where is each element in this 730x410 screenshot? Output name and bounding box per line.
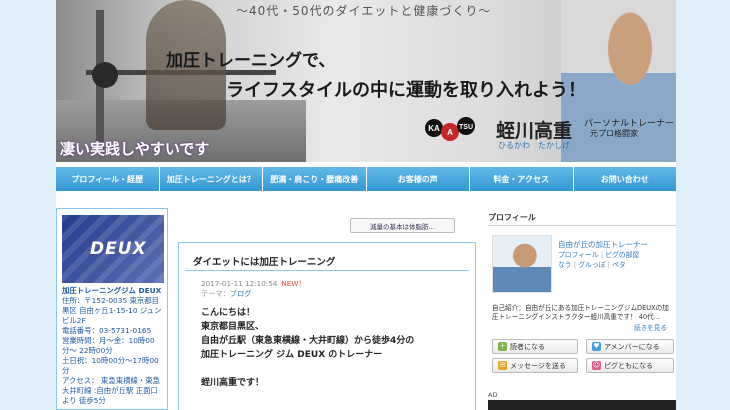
become-pigg-friend-button[interactable]: ☺ ピグともになる — [586, 358, 674, 373]
post-line-blank — [201, 362, 471, 376]
previous-post-link[interactable]: 減量の基本は体脂肪… — [350, 218, 455, 233]
send-message-label: メッセージを送る — [510, 361, 566, 370]
post-line: 自由が丘駅（東急東横線・大井町線）から徒歩4分の — [201, 336, 415, 346]
profile-divider — [488, 225, 676, 226]
ad-label: AD — [488, 391, 498, 399]
gym-logo-word: DEUX — [90, 239, 147, 259]
become-amember-label: アメンバーになる — [604, 342, 660, 351]
pigg-icon: ☺ — [592, 361, 601, 370]
ad-banner[interactable] — [488, 400, 676, 410]
global-nav: プロフィール・経歴 加圧トレーニングとは？ 肥満・肩こり・腰痛改善 お客様の声 … — [56, 167, 676, 191]
svg-text:A: A — [447, 128, 453, 137]
gym-hours-weekend: 土日祝：10時00分〜17時00分 — [62, 356, 159, 375]
post-line: 蛭川高重です！ — [201, 378, 265, 388]
theme-link[interactable]: ブログ — [230, 289, 252, 298]
nav-customer-voice[interactable]: お客様の声 — [366, 167, 470, 191]
theme-label: テーマ： — [201, 289, 230, 298]
nav-contact[interactable]: お問い合わせ — [573, 167, 676, 191]
link-separator: | — [600, 251, 604, 259]
blog-post: ダイエットには加圧トレーニング 2017-01-11 12:10:54 NEW！ … — [178, 242, 476, 410]
headline-line-1: 加圧トレーニングで、 — [166, 51, 336, 71]
svg-text:KA: KA — [428, 124, 440, 133]
post-body: こんにちは！ 東京都目黒区、 自由が丘駅（東急東横線・大井町線）から徒歩4分の … — [201, 306, 471, 390]
gym-name-link[interactable]: 加圧トレーニングジム DEUX — [62, 286, 164, 296]
profile-intro: 自己紹介：自由が丘にある加圧トレーニングジムDEUXの加圧トレーニングインストラ… — [492, 304, 669, 321]
kaatsu-logo: KA A TSU — [425, 117, 475, 141]
post-line: 加圧トレーニング ジム DEUX のトレーナー — [201, 350, 383, 360]
page-wrapper: ～40代・50代のダイエットと健康づくり～ 加圧トレーニングで、 ライフスタイル… — [56, 0, 676, 410]
peta-link[interactable]: ペタ — [612, 261, 626, 269]
profile-name-link[interactable]: 自由が丘の加圧トレーナー — [558, 239, 648, 250]
become-reader-label: 読者になる — [510, 342, 545, 351]
post-line: こんにちは！ — [201, 308, 256, 318]
gym-access: アクセス： 東急東横線・東急大井町線 :自由が丘駅 正面口より 徒歩5分 — [62, 376, 161, 405]
become-reader-button[interactable]: ＋ 読者になる — [492, 339, 578, 354]
main-content: 減量の基本は体脂肪… ダイエットには加圧トレーニング 2017-01-11 12… — [178, 218, 478, 410]
headline-line-2: ライフスタイルの中に運動を取り入れよう！ — [226, 80, 586, 101]
group-link[interactable]: グルっぽ — [578, 261, 605, 269]
title-divider — [185, 270, 469, 271]
gym-hours: 営業時間：月〜金：10時00分〜 22時00分 — [62, 336, 155, 355]
gym-logo-image[interactable]: DEUX — [62, 215, 164, 283]
become-amember-button[interactable]: ♥ アメンバーになる — [586, 339, 674, 354]
gym-info-sidebar: DEUX 加圧トレーニングジム DEUX 住所：〒152-0035 東京都目黒区… — [56, 208, 168, 410]
new-badge: NEW！ — [281, 279, 306, 288]
site-slogan: ～40代・50代のダイエットと健康づくり～ — [236, 4, 492, 18]
trainer-former-title: 元プロ格闘家 — [590, 129, 638, 138]
post-title[interactable]: ダイエットには加圧トレーニング — [193, 254, 335, 268]
post-line: 東京都目黒区、 — [201, 322, 265, 332]
nav-kaatsu-about[interactable]: 加圧トレーニングとは？ — [159, 167, 263, 191]
link-separator: | — [573, 261, 577, 269]
headline-subline: 凄い実践しやすいです — [60, 140, 210, 158]
nav-price-access[interactable]: 料金・アクセス — [470, 167, 574, 191]
link-separator: | — [607, 261, 610, 269]
now-link[interactable]: なう — [558, 261, 572, 269]
svg-text:TSU: TSU — [459, 124, 473, 131]
profile-links: プロフィール | ピグの部屋 なう | グルっぽ | ペタ — [558, 250, 674, 270]
gym-phone: 電話番号：03-5731-0165 — [62, 326, 152, 335]
amember-icon: ♥ — [592, 342, 601, 351]
pigg-room-link[interactable]: ピグの部屋 — [605, 251, 639, 259]
reader-icon: ＋ — [498, 342, 507, 351]
gym-info: 加圧トレーニングジム DEUX 住所：〒152-0035 東京都目黒区 自由ヶ丘… — [62, 286, 164, 406]
header-banner[interactable]: ～40代・50代のダイエットと健康づくり～ 加圧トレーニングで、 ライフスタイル… — [56, 0, 676, 162]
nav-improvement[interactable]: 肥満・肩こり・腰痛改善 — [263, 167, 367, 191]
profile-avatar[interactable] — [492, 235, 552, 293]
profile-sidebar: プロフィール 自由が丘の加圧トレーナー プロフィール | ピグの部屋 なう | … — [488, 212, 676, 410]
profile-link[interactable]: プロフィール — [558, 251, 599, 259]
trainer-name-kana: ひるかわ たかしげ — [498, 141, 570, 150]
nav-profile[interactable]: プロフィール・経歴 — [56, 167, 160, 191]
read-more-link[interactable]: 続きを見る — [634, 322, 667, 332]
trainer-name: 蛭川高重 — [496, 120, 573, 142]
profile-heading: プロフィール — [488, 213, 536, 222]
post-timestamp: 2017-01-11 12:10:54 — [201, 279, 278, 288]
post-date: 2017-01-11 12:10:54 NEW！ — [201, 279, 306, 289]
become-pigg-friend-label: ピグともになる — [604, 361, 653, 370]
message-icon: ✉ — [498, 361, 507, 370]
gym-address: 住所：〒152-0035 東京都目黒区 自由ヶ丘1-15-10 ジュンビル2F — [62, 296, 162, 325]
weight-plate-image — [92, 62, 118, 88]
post-theme: テーマ：ブログ — [201, 289, 251, 299]
send-message-button[interactable]: ✉ メッセージを送る — [492, 358, 578, 373]
